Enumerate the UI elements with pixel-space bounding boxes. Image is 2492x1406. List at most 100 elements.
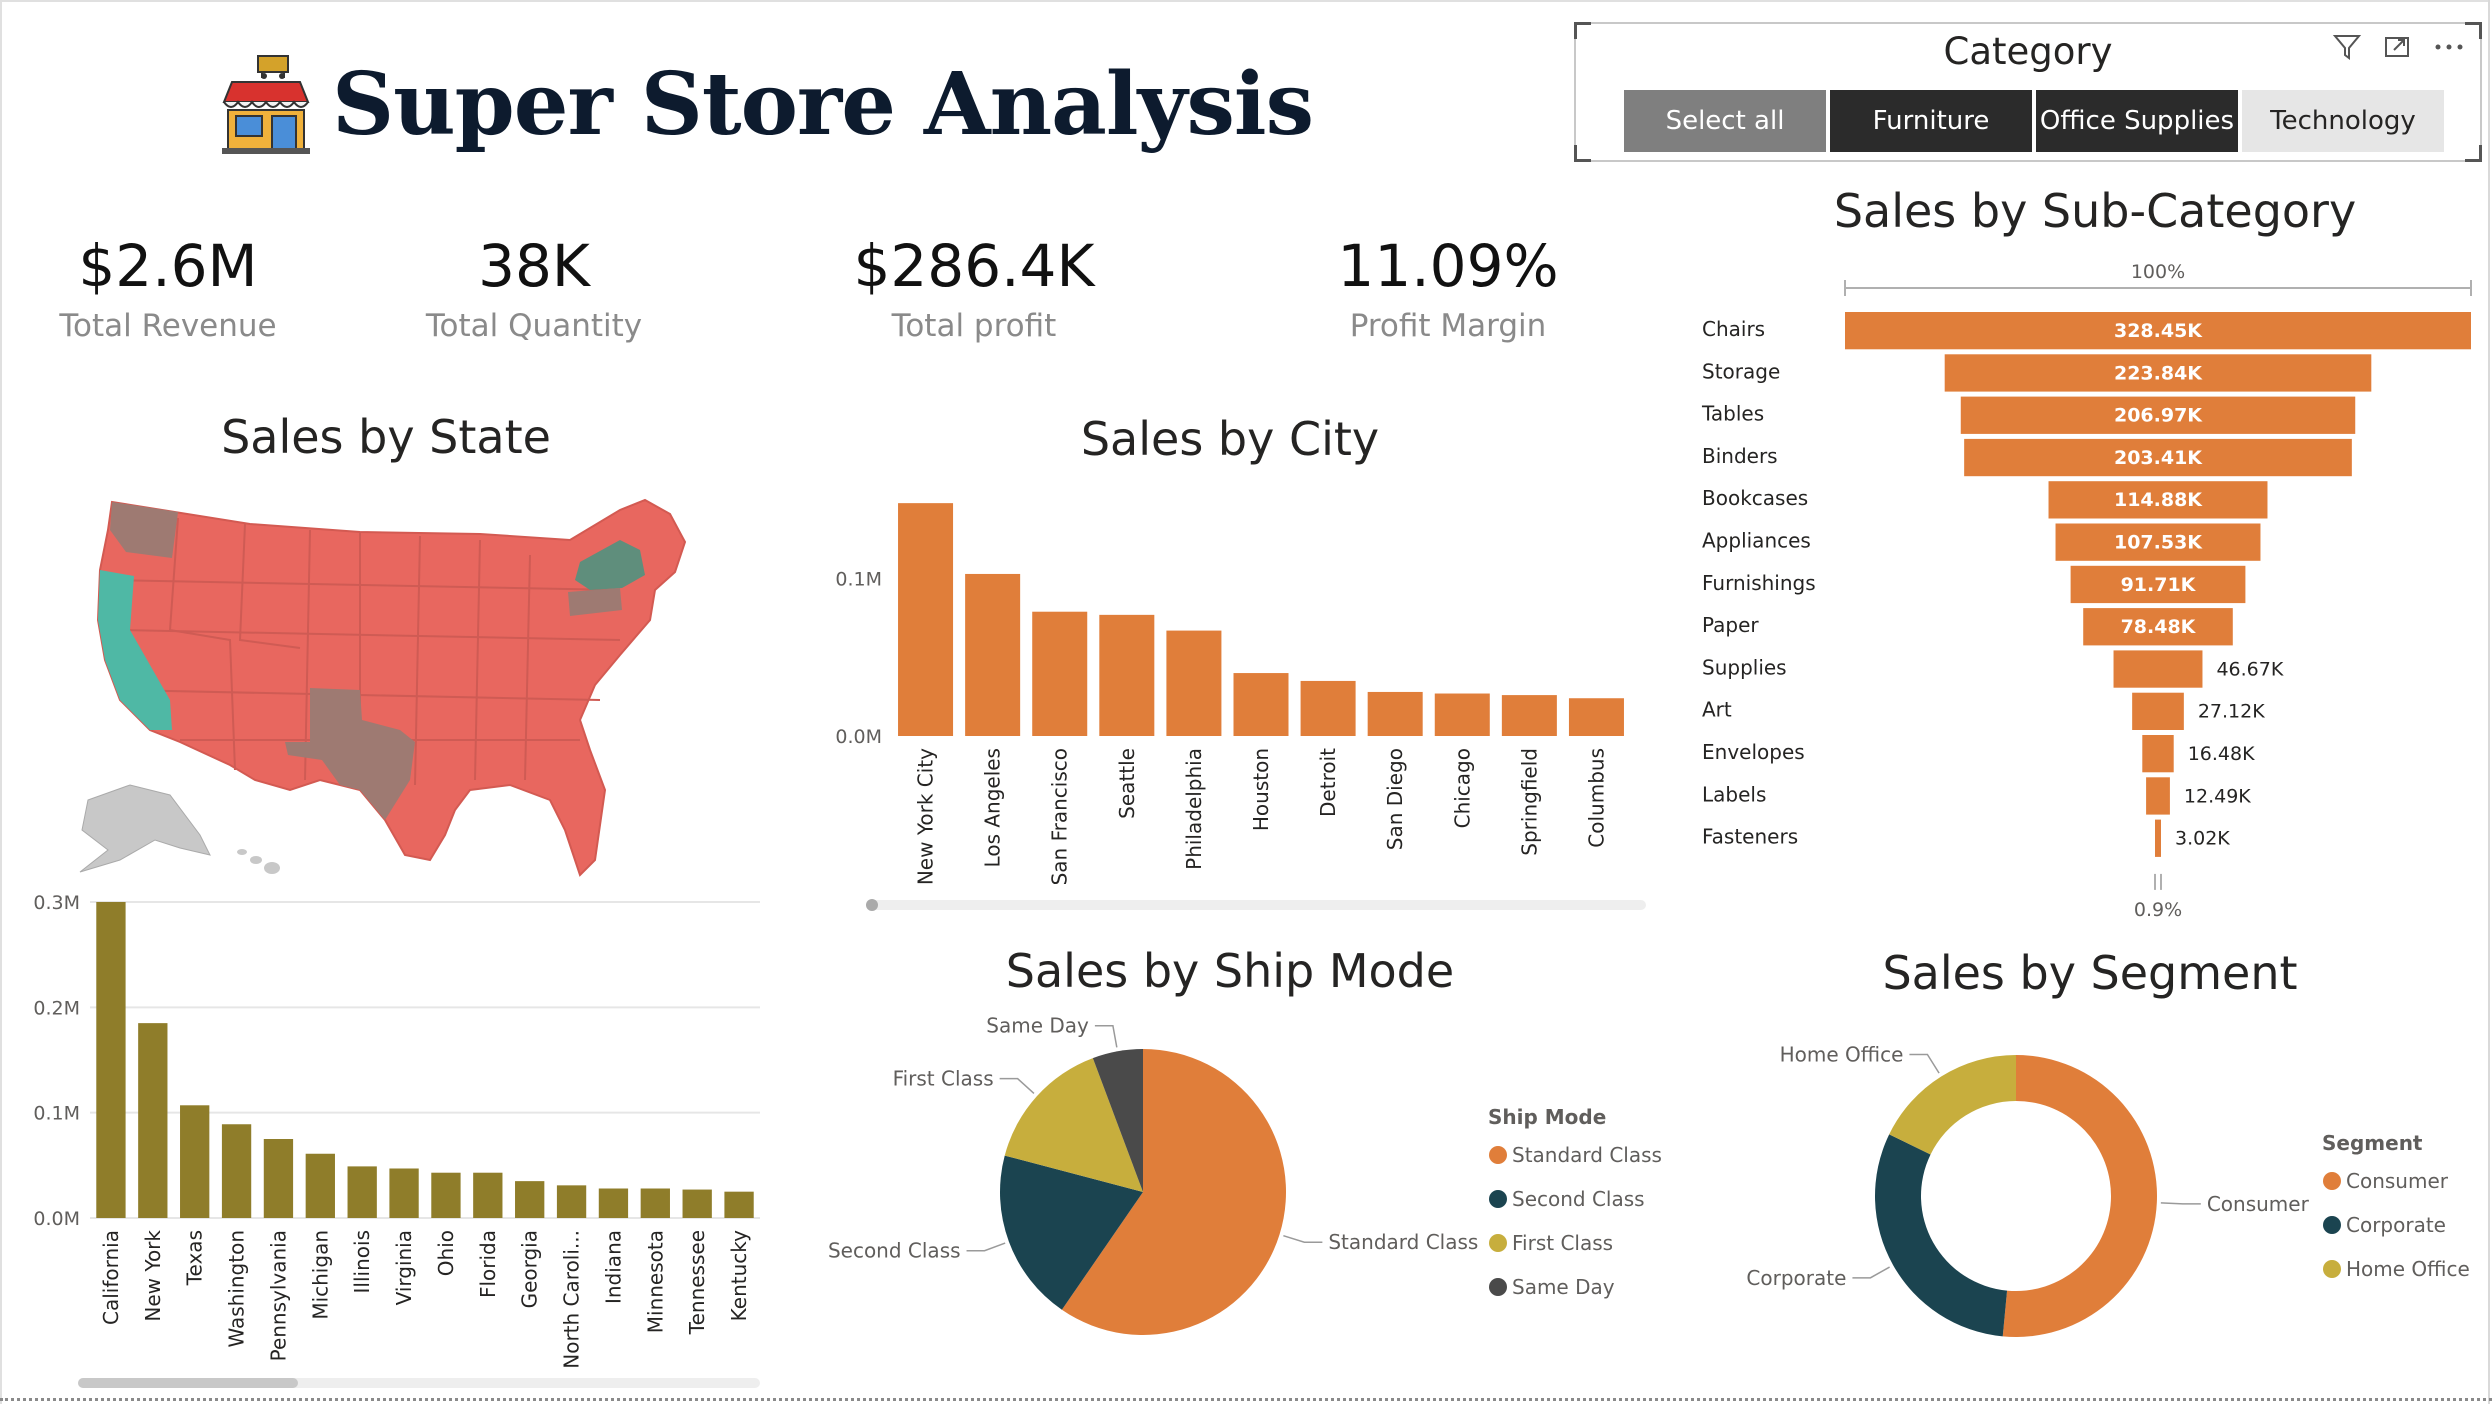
bar[interactable] [263,1139,294,1218]
y-tick-label: 0.0M [835,726,882,748]
legend-marker[interactable] [1489,1278,1507,1296]
legend-marker[interactable] [1489,1146,1507,1164]
funnel-bar[interactable] [2113,650,2203,688]
funnel-category-label: Appliances [1702,529,1811,553]
sales-by-city-bar-chart[interactable]: 0.0M 0.1M New York City Los Angeles San Fran… [780,480,1680,920]
x-tick-label: Kentucky [727,1230,751,1321]
legend-item[interactable]: First Class [1512,1231,1613,1255]
pie-slice[interactable] [1875,1134,2008,1337]
bar[interactable] [180,1105,210,1218]
legend-item[interactable]: Same Day [1512,1275,1615,1299]
slicer-option-office-supplies[interactable]: Office Supplies [2036,90,2238,152]
ship-mode-title: Sales by Ship Mode [1005,944,1455,998]
report-title: Super Store Analysis [332,53,1314,155]
filter-icon[interactable] [2332,32,2362,62]
bar[interactable] [347,1166,377,1218]
x-tick-label: Chicago [1450,748,1474,828]
legend-item[interactable]: Second Class [1512,1187,1645,1211]
scrollbar-thumb[interactable] [78,1378,298,1388]
y-tick-label: 0.3M [33,892,80,914]
store-icon [222,55,310,154]
bar[interactable] [221,1124,252,1218]
funnel-category-label: Bookcases [1702,486,1808,510]
bar[interactable] [640,1188,670,1218]
kpi-label: Total profit [891,308,1057,344]
legend-marker[interactable] [1489,1234,1507,1252]
bar[interactable] [389,1168,419,1218]
legend-marker[interactable] [2323,1172,2341,1190]
bar[interactable] [305,1153,335,1218]
slicer-option-furniture[interactable]: Furniture [1830,90,2032,152]
x-tick-label: Detroit [1316,748,1340,817]
funnel-title: Sales by Sub-Category [1833,184,2357,238]
bar[interactable] [1166,630,1222,736]
bar[interactable] [598,1188,629,1218]
map-state-alaska[interactable] [79,784,211,873]
legend-item[interactable]: Consumer [2346,1169,2449,1193]
slice-label: First Class [893,1067,994,1091]
sales-by-ship-mode-pie[interactable]: Standard Class Second Class First Class Sam… [780,1010,1680,1390]
x-tick-label: Florida [476,1230,500,1298]
slicer-select-all[interactable]: Select all [1624,90,1826,152]
bar[interactable] [1568,698,1624,736]
kpi-value: 11.09% [1337,232,1559,300]
legend-item[interactable]: Corporate [2346,1213,2446,1237]
map-state-hawaii[interactable] [237,849,280,874]
bar[interactable] [515,1181,545,1218]
bar[interactable] [473,1172,503,1218]
more-options-icon[interactable] [2432,32,2466,62]
legend-marker[interactable] [1489,1190,1507,1208]
legend-item[interactable]: Home Office [2346,1257,2470,1281]
scrollbar-track[interactable] [866,900,1646,910]
bar[interactable] [1367,691,1423,736]
bar[interactable] [138,1023,168,1218]
legend-marker[interactable] [2323,1216,2341,1234]
bar[interactable] [1099,614,1155,736]
funnel-category-label: Art [1702,698,1732,722]
bar[interactable] [965,573,1021,736]
bar[interactable] [431,1172,461,1218]
funnel-bar[interactable] [2132,692,2184,730]
resize-handle[interactable] [1574,145,1591,162]
x-tick-label: San Diego [1383,748,1407,850]
kpi-profit-margin: 11.09% Profit Margin [1268,232,1628,344]
bar[interactable] [1300,680,1356,736]
funnel-data-label: 206.97K [2114,405,2203,427]
bar[interactable] [556,1185,587,1218]
bar[interactable] [96,902,126,1218]
leader-line [1094,1024,1118,1048]
bar[interactable] [1434,693,1490,736]
funnel-bar[interactable] [2142,735,2174,773]
category-slicer[interactable]: Category Select all Furniture Office Sup… [1574,22,2482,162]
funnel-category-label: Labels [1702,782,1766,806]
x-tick-label: Washington [225,1230,249,1348]
funnel-data-label: 27.12K [2198,701,2265,723]
funnel-data-label: 46.67K [2216,658,2283,680]
scrollbar-thumb[interactable] [866,899,878,911]
funnel-bar[interactable] [2155,819,2161,857]
kpi-total-profit: $286.4K Total profit [794,232,1154,344]
focus-mode-icon[interactable] [2382,32,2412,62]
resize-handle[interactable] [2465,145,2482,162]
bar[interactable] [682,1189,712,1218]
sales-by-segment-donut[interactable]: Consumer Corporate Home Office Segment Consu… [1700,1010,2490,1390]
bar[interactable] [898,503,954,736]
sales-by-state-map[interactable] [60,480,740,880]
legend-item[interactable]: Standard Class [1512,1143,1662,1167]
bar[interactable] [1233,673,1289,736]
x-tick-label: North Caroli... [560,1230,584,1369]
x-tick-label: Seattle [1115,748,1139,819]
bar[interactable] [1032,611,1088,736]
sales-by-state-bar-chart[interactable]: 0.0M 0.1M 0.2M 0.3M California New York Texas W… [0,880,780,1390]
legend-marker[interactable] [2323,1260,2341,1278]
pie-slice[interactable] [2002,1055,2157,1337]
bar[interactable] [724,1191,754,1218]
slicer-option-technology[interactable]: Technology [2242,90,2444,152]
kpi-total-revenue: $2.6M Total Revenue [0,232,348,344]
bar[interactable] [1501,695,1557,736]
sales-by-sub-category-funnel[interactable]: 100% Chairs 328.45K Storage 223.84K Tables 206… [1690,250,2490,930]
kpi-value: $2.6M [78,232,258,300]
funnel-bar[interactable] [2146,777,2170,815]
pie-slice[interactable] [1889,1055,2016,1155]
leader-line [1909,1053,1940,1074]
